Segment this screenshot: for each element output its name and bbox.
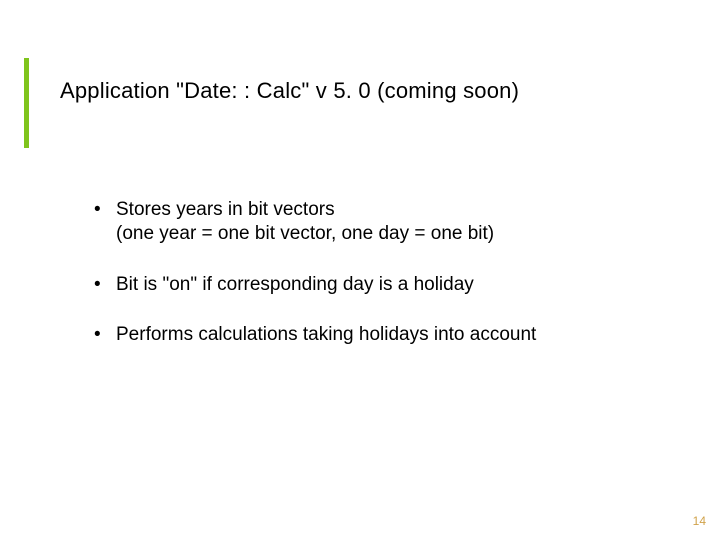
list-item: Bit is "on" if corresponding day is a ho… (88, 273, 660, 297)
bullet-text: Performs calculations taking holidays in… (116, 324, 536, 345)
page-number: 14 (693, 514, 706, 528)
slide-title: Application "Date: : Calc" v 5. 0 (comin… (60, 78, 519, 104)
bullet-text: Bit is "on" if corresponding day is a ho… (116, 274, 474, 295)
list-item: Performs calculations taking holidays in… (88, 323, 660, 347)
list-item: Stores years in bit vectors (one year = … (88, 198, 660, 247)
bullet-text: Stores years in bit vectors (116, 199, 335, 220)
accent-bar (24, 58, 29, 148)
bullet-text: (one year = one bit vector, one day = on… (116, 223, 494, 244)
bullet-list: Stores years in bit vectors (one year = … (88, 198, 660, 373)
